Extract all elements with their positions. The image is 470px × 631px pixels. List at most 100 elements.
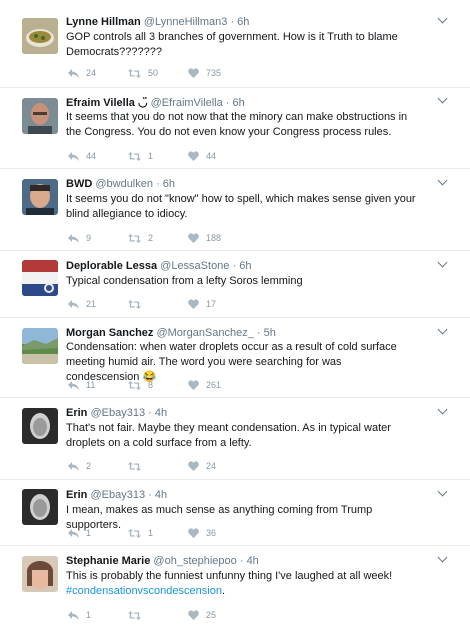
avatar[interactable] (22, 556, 58, 592)
chevron-down-icon[interactable] (437, 93, 448, 104)
tweet[interactable]: Erin @Ebay313 · 4h I mean, makes as much… (0, 480, 470, 546)
retweet-button[interactable]: 50 (128, 68, 188, 78)
reply-button[interactable]: 1 (68, 610, 128, 620)
retweet-icon (128, 299, 141, 309)
retweet-count: 8 (148, 380, 154, 390)
chevron-down-icon[interactable] (437, 175, 448, 186)
avatar[interactable] (22, 98, 58, 134)
timestamp[interactable]: 6h (239, 260, 251, 272)
like-button[interactable]: 36 (188, 528, 248, 538)
chevron-down-icon[interactable] (437, 13, 448, 24)
avatar[interactable] (22, 179, 58, 215)
tweet[interactable]: BWD @bwdulken · 6h It seems you do not "… (0, 169, 470, 251)
timestamp[interactable]: 4h (155, 407, 167, 419)
reply-icon (68, 528, 79, 538)
tweet[interactable]: Efraim Vilella ◡̈ @EfraimVilella · 6h It… (0, 88, 470, 169)
reply-icon (68, 151, 79, 161)
reply-button[interactable]: 1 (68, 528, 128, 538)
chevron-down-icon[interactable] (437, 324, 448, 335)
tweet-actions: 1 25 (68, 610, 248, 620)
reply-button[interactable]: 44 (68, 151, 128, 161)
separator: · (230, 16, 235, 28)
author-handle[interactable]: @LynneHillman3 (144, 16, 228, 28)
avatar[interactable] (22, 260, 58, 296)
chevron-down-icon[interactable] (437, 552, 448, 563)
tweet[interactable]: Erin @Ebay313 · 4h That's not fair. Mayb… (0, 398, 470, 480)
retweet-count: 2 (148, 233, 154, 243)
author-name[interactable]: Stephanie Marie (66, 555, 150, 567)
retweet-button[interactable] (128, 610, 188, 620)
timestamp[interactable]: 6h (237, 16, 249, 28)
timestamp[interactable]: 4h (247, 555, 259, 567)
heart-icon (188, 528, 199, 538)
reply-button[interactable]: 24 (68, 68, 128, 78)
author-name[interactable]: Erin (66, 489, 87, 501)
tweet[interactable]: Deplorable Lessa @LessaStone · 6h Typica… (0, 251, 470, 318)
like-button[interactable]: 261 (188, 380, 248, 390)
retweet-button[interactable]: 1 (128, 151, 188, 161)
tweet[interactable]: Lynne Hillman @LynneHillman3 · 6h GOP co… (0, 0, 470, 88)
reply-button[interactable]: 9 (68, 233, 128, 243)
heart-icon (188, 461, 199, 471)
avatar[interactable] (22, 328, 58, 364)
chevron-down-icon[interactable] (437, 486, 448, 497)
retweet-count: 1 (148, 528, 154, 538)
retweet-button[interactable]: 2 (128, 233, 188, 243)
tweet[interactable]: Stephanie Marie @oh_stephiepoo · 4h This… (0, 546, 470, 631)
chevron-down-icon[interactable] (437, 404, 448, 415)
hashtag-link[interactable]: #condensationvscondescension (66, 585, 222, 597)
retweet-button[interactable] (128, 299, 188, 309)
timestamp[interactable]: 4h (155, 489, 167, 501)
timestamp[interactable]: 6h (233, 97, 245, 109)
author-name[interactable]: BWD (66, 178, 92, 190)
author-name[interactable]: Lynne Hillman (66, 16, 141, 28)
like-button[interactable]: 188 (188, 233, 248, 243)
author-handle[interactable]: @bwdulken (95, 178, 153, 190)
like-button[interactable]: 735 (188, 68, 248, 78)
reply-count: 1 (86, 610, 92, 620)
author-handle[interactable]: @EfraimVilella (151, 97, 223, 109)
retweet-icon (128, 380, 141, 390)
author-handle[interactable]: @LessaStone (160, 260, 229, 272)
separator: · (225, 97, 230, 109)
retweet-button[interactable] (128, 461, 188, 471)
author-name[interactable]: Erin (66, 407, 87, 419)
like-button[interactable]: 17 (188, 299, 248, 309)
author-handle[interactable]: @oh_stephiepoo (153, 555, 236, 567)
retweet-button[interactable]: 8 (128, 380, 188, 390)
separator: · (148, 407, 152, 419)
reply-button[interactable]: 11 (68, 380, 128, 390)
heart-icon (188, 151, 199, 161)
avatar[interactable] (22, 18, 58, 54)
author-name[interactable]: Morgan Sanchez (66, 327, 153, 339)
timestamp[interactable]: 5h (264, 327, 276, 339)
tweet-text: Condensation: when water droplets occur … (66, 341, 397, 383)
chevron-down-icon[interactable] (437, 257, 448, 268)
timestamp[interactable]: 6h (163, 178, 175, 190)
separator: · (232, 260, 237, 272)
like-count: 17 (206, 299, 217, 309)
tweet-text: That's not fair. Maybe they meant conden… (66, 422, 391, 449)
reply-icon (68, 233, 79, 243)
like-button[interactable]: 25 (188, 610, 248, 620)
avatar[interactable] (22, 489, 58, 525)
avatar[interactable] (22, 408, 58, 444)
like-button[interactable]: 24 (188, 461, 248, 471)
author-name[interactable]: Deplorable Lessa (66, 260, 157, 272)
reply-button[interactable]: 2 (68, 461, 128, 471)
tweet-actions: 24 50 735 (68, 68, 248, 78)
retweet-icon (128, 610, 141, 620)
like-button[interactable]: 44 (188, 151, 248, 161)
reply-count: 11 (86, 380, 96, 390)
tweet[interactable]: Morgan Sanchez @MorganSanchez_ · 5h Cond… (0, 318, 470, 398)
reply-button[interactable]: 21 (68, 299, 128, 309)
author-name[interactable]: Efraim Vilella ◡̈ (66, 97, 148, 109)
reply-icon (68, 299, 79, 309)
separator: · (148, 489, 152, 501)
like-count: 24 (206, 461, 217, 471)
author-handle[interactable]: @Ebay313 (90, 407, 145, 419)
author-handle[interactable]: @Ebay313 (90, 489, 145, 501)
retweet-button[interactable]: 1 (128, 528, 188, 538)
reply-count: 1 (86, 528, 92, 538)
author-handle[interactable]: @MorganSanchez_ (156, 327, 253, 339)
